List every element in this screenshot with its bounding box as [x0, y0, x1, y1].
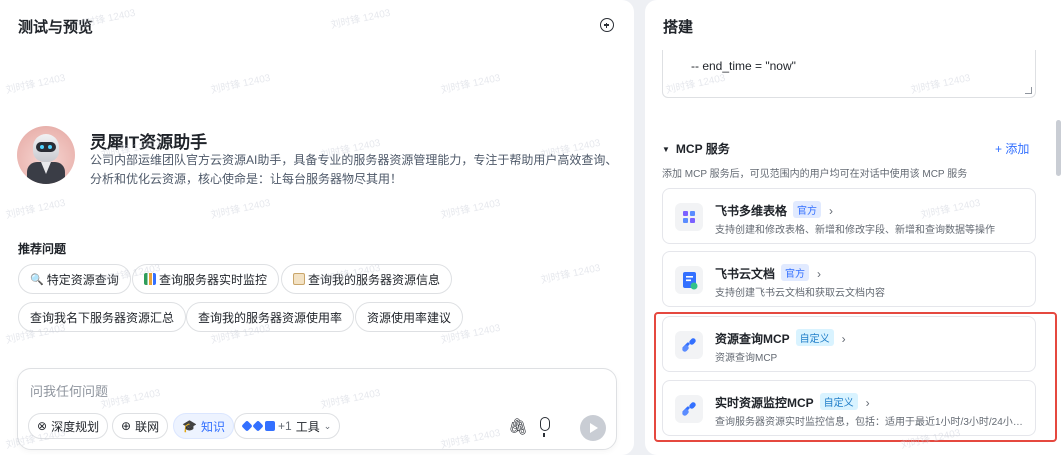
- mcp-service-card[interactable]: 实时资源监控MCP 自定义 › 查询服务器资源实时监控信息，包括：适用于最近1小时/…: [662, 380, 1036, 436]
- suggested-question-chip[interactable]: 查询我的服务器资源信息: [281, 264, 453, 294]
- chevron-right-icon[interactable]: ›: [829, 204, 833, 218]
- bar-chart-icon: [144, 273, 156, 285]
- mcp-service-desc: 支持创建和修改表格、新增和修改字段、新增和查询数据等操作: [715, 225, 995, 236]
- mcp-service-desc: 查询服务器资源实时监控信息，包括：适用于最近1小时/3小时/24小时/7天数据: [715, 417, 1027, 428]
- mcp-service-card[interactable]: 飞书云文档 官方 › 支持创建飞书云文档和获取云文档内容: [662, 251, 1036, 307]
- knowledge-button[interactable]: 🎓 知识: [173, 413, 234, 439]
- chevron-down-icon: ⌄: [323, 420, 332, 431]
- suggested-question-chip[interactable]: 资源使用率建议: [355, 302, 464, 332]
- bot-avatar: [17, 126, 75, 184]
- graduation-cap-icon: 🎓: [182, 419, 197, 433]
- docs-icon: [675, 266, 703, 294]
- mcp-description: 添加 MCP 服务后，可见范围内的用户均可在对话中使用该 MCP 服务: [662, 169, 968, 180]
- ledger-icon: [293, 273, 305, 285]
- mcp-service-name: 资源查询MCP: [715, 332, 790, 346]
- mcp-service-name: 实时资源监控MCP: [715, 396, 814, 410]
- suggested-question-chip[interactable]: 查询我名下服务器资源汇总: [18, 302, 187, 332]
- send-button[interactable]: [580, 415, 606, 441]
- link-icon: [241, 420, 253, 432]
- deep-plan-icon: ⊗: [37, 419, 48, 433]
- globe-icon: ⊕: [121, 419, 132, 433]
- new-chat-icon[interactable]: [600, 18, 614, 32]
- mcp-service-desc: 资源查询MCP: [715, 353, 778, 364]
- deep-plan-button[interactable]: ⊗ 深度规划: [28, 413, 109, 439]
- build-panel-title: 搭建: [663, 19, 694, 36]
- web-search-button[interactable]: ⊕ 联网: [112, 413, 169, 439]
- mcp-service-name: 飞书多维表格: [715, 204, 788, 218]
- suggested-question-chip[interactable]: 查询我的服务器资源使用率: [186, 302, 355, 332]
- suggested-question-chip[interactable]: 查询服务器实时监控: [132, 264, 280, 294]
- prompt-editor-line: -- end_time = "now": [691, 59, 796, 73]
- scrollbar[interactable]: [1056, 120, 1061, 176]
- custom-tag: 自定义: [795, 329, 834, 346]
- bitable-icon: [675, 203, 703, 231]
- prompt-editor[interactable]: -- end_time = "now": [662, 50, 1036, 98]
- preview-panel-title: 测试与预览: [18, 19, 94, 36]
- link-icon: [675, 395, 703, 423]
- link-icon: [252, 420, 264, 432]
- mcp-service-desc: 支持创建飞书云文档和获取云文档内容: [715, 288, 885, 299]
- add-mcp-button[interactable]: + 添加: [995, 140, 1029, 157]
- mcp-service-card[interactable]: 资源查询MCP 自定义 › 资源查询MCP: [662, 316, 1036, 372]
- link-icon: [675, 331, 703, 359]
- mcp-service-card[interactable]: 飞书多维表格 官方 › 支持创建和修改表格、新增和修改字段、新增和查询数据等操作: [662, 188, 1036, 244]
- attachment-icon[interactable]: 🖇: [508, 417, 528, 437]
- chevron-right-icon[interactable]: ›: [817, 267, 821, 281]
- mcp-service-name: 飞书云文档: [715, 267, 776, 281]
- official-tag: 官方: [781, 264, 810, 281]
- docs-icon: [265, 421, 275, 431]
- chevron-right-icon[interactable]: ›: [866, 396, 870, 410]
- official-tag: 官方: [793, 201, 822, 218]
- chat-input-box[interactable]: 问我任何问题 ⊗ 深度规划 ⊕ 联网 🎓 知识 +1 工具 ⌄ 🖇: [17, 368, 617, 450]
- suggested-question-chip[interactable]: 🔍 特定资源查询: [18, 264, 131, 294]
- build-panel: 搭建 -- end_time = "now" ▼ MCP 服务 + 添加 添加 M…: [645, 0, 1063, 455]
- magnifier-icon: 🔍: [30, 273, 44, 286]
- chevron-right-icon[interactable]: ›: [842, 332, 846, 346]
- microphone-icon[interactable]: [540, 417, 550, 437]
- preview-panel: 测试与预览 灵犀IT资源助手 公司内部运维团队官方云资源AI助手，具备专业的服务…: [0, 0, 634, 455]
- custom-tag: 自定义: [819, 393, 858, 410]
- recommended-questions-title: 推荐问题: [18, 242, 67, 256]
- caret-down-icon: ▼: [662, 145, 670, 154]
- chat-input-placeholder[interactable]: 问我任何问题: [30, 381, 108, 400]
- resize-handle-icon[interactable]: [1025, 87, 1032, 94]
- bot-name: 灵犀IT资源助手: [90, 133, 208, 152]
- bot-description: 公司内部运维团队官方云资源AI助手，具备专业的服务器资源管理能力，专注于帮助用户…: [90, 153, 618, 186]
- mcp-section-header[interactable]: ▼ MCP 服务: [662, 140, 730, 157]
- tools-dropdown-button[interactable]: +1 工具 ⌄: [234, 413, 341, 439]
